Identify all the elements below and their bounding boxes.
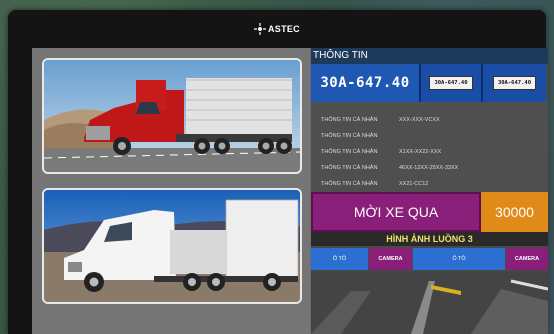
info-row-label: THÔNG TIN CÁ NHÂN: [321, 165, 378, 171]
plate-number: 30A-647.40: [311, 64, 421, 102]
fee-display: 30000: [481, 192, 548, 232]
info-row-label: THÔNG TIN CÁ NHÂN: [321, 117, 378, 123]
plate-thumbnail-1: 30A-647.40: [421, 64, 483, 102]
plate-thumbnail-2-text: 30A-647.40: [492, 76, 537, 90]
action-row: MỜI XE QUA 30000: [311, 192, 548, 232]
info-row: THÔNG TIN CÁ NHÂN XX21-CC12: [321, 176, 548, 192]
red-truck-photo: [42, 58, 302, 174]
info-list: THÔNG TIN CÁ NHÂN XXX-XXX-VCXX THÔNG TIN…: [311, 102, 548, 192]
info-row-label: THÔNG TIN CÁ NHÂN: [321, 133, 378, 139]
monitor-header: ASTEC: [8, 10, 546, 48]
allow-pass-button[interactable]: MỜI XE QUA: [311, 192, 481, 232]
plate-thumbnail-2: 30A-647.40: [483, 64, 546, 102]
info-header: THÔNG TIN: [311, 48, 548, 64]
tab-camera-2[interactable]: CAMERA: [506, 248, 548, 270]
info-row-label: THÔNG TIN CÁ NHÂN: [321, 181, 378, 187]
right-info-panel: THÔNG TIN 30A-647.40 30A-647.40 30A-647.…: [311, 48, 548, 334]
info-row: THÔNG TIN CÁ NHÂN 46XX-12XX-25XX-33XX: [321, 160, 548, 176]
lane-tabs: Ô TÔ CAMERA Ô TÔ CAMERA: [311, 248, 548, 270]
plate-thumbnail-1-text: 30A-647.40: [429, 76, 473, 90]
brand-logo: ASTEC: [253, 23, 300, 35]
left-photo-panel: [32, 48, 310, 334]
white-truck-photo: [42, 188, 302, 304]
camera-feed: [311, 271, 548, 334]
tab-camera-1[interactable]: CAMERA: [369, 248, 412, 270]
plate-row: 30A-647.40 30A-647.40 30A-647.40: [311, 64, 548, 102]
tab-car-1[interactable]: Ô TÔ: [311, 248, 368, 270]
info-row-value: XXX-XXX-VCXX: [399, 117, 440, 123]
lane-header: HÌNH ẢNH LUỒNG 3: [311, 232, 548, 246]
logo-text: ASTEC: [267, 24, 300, 34]
display-screen: THÔNG TIN 30A-647.40 30A-647.40 30A-647.…: [32, 48, 548, 334]
logo-icon: [253, 23, 266, 35]
info-row-value: 46XX-12XX-25XX-33XX: [399, 165, 459, 171]
monitor-frame: ASTEC THÔNG TIN 30A-647.40 30A-647.40 30…: [8, 10, 548, 334]
info-row-value: X1XX-XX22-XXX: [399, 149, 442, 155]
info-row: THÔNG TIN CÁ NHÂN XXX-XXX-VCXX: [321, 112, 548, 128]
info-row-value: XX21-CC12: [399, 181, 429, 187]
info-row: THÔNG TIN CÁ NHÂN X1XX-XX22-XXX: [321, 144, 548, 160]
tab-car-2[interactable]: Ô TÔ: [413, 248, 505, 270]
info-row: THÔNG TIN CÁ NHÂN: [321, 128, 548, 144]
info-row-label: THÔNG TIN CÁ NHÂN: [321, 149, 378, 155]
